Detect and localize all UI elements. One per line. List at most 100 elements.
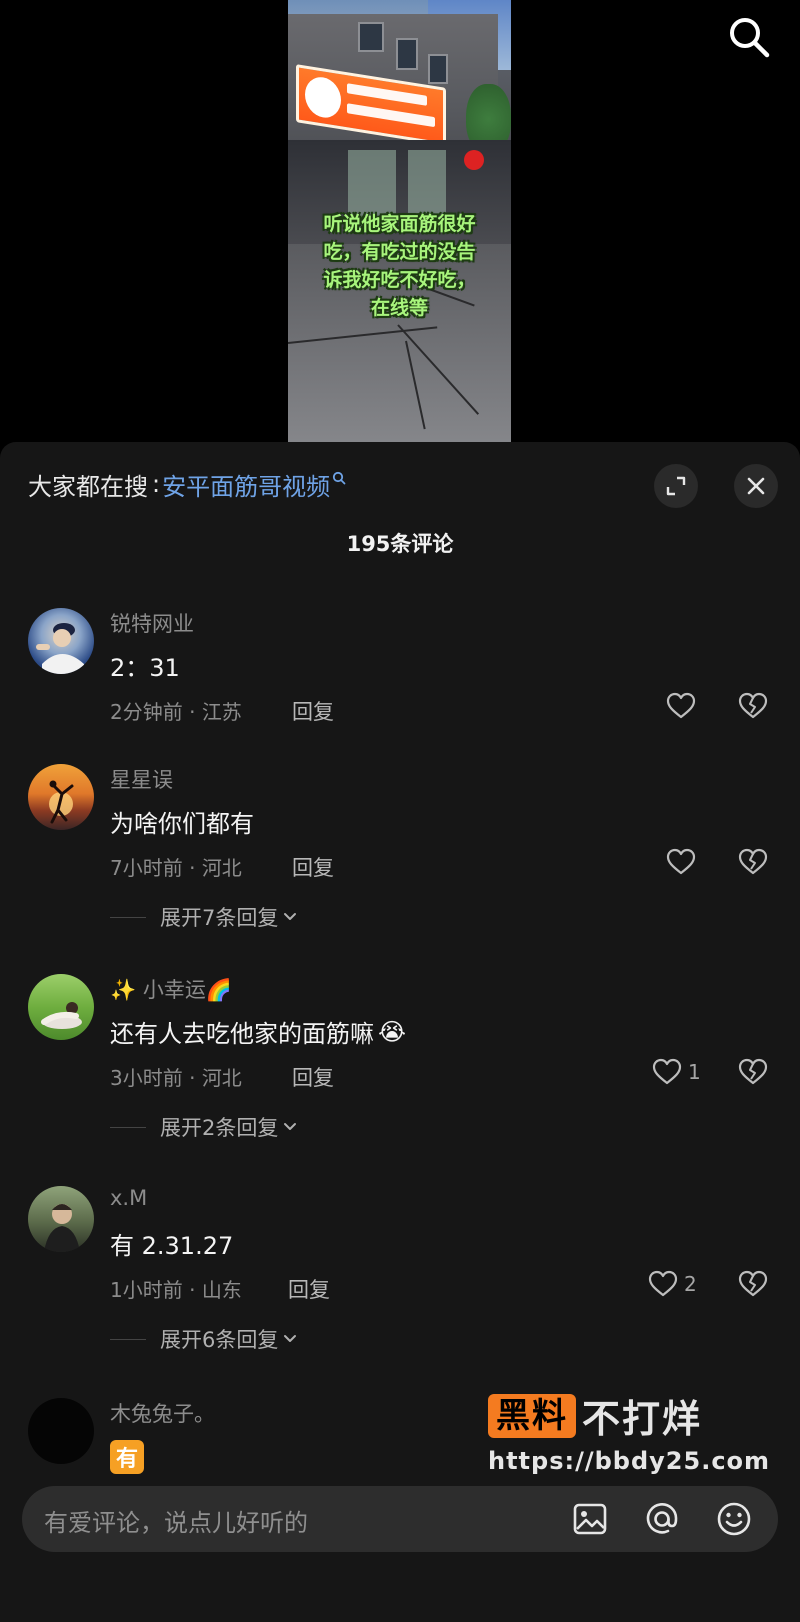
expand-sheet-button[interactable] (654, 464, 698, 508)
chevron-down-icon (284, 913, 297, 920)
image-icon[interactable] (570, 1499, 610, 1539)
reply-button[interactable]: 回复 (288, 1274, 330, 1304)
comment-input-bar[interactable]: 有爱评论，说点儿好听的 (22, 1486, 778, 1552)
hot-search[interactable]: 大家都在搜 : 安平面筋哥视频 (28, 464, 346, 504)
comment-username[interactable]: x.M (110, 1186, 147, 1210)
broken-heart-icon (738, 692, 768, 719)
comment-time: 2分钟前 (110, 700, 183, 724)
broken-heart-icon (738, 1270, 768, 1297)
at-mention-icon[interactable] (642, 1499, 682, 1539)
comment-location: 河北 (201, 1066, 242, 1090)
comment-text: 还有人去吃他家的面筋嘛 😭 (110, 1014, 406, 1049)
reply-button[interactable]: 回复 (292, 852, 334, 882)
comment-location: 河北 (201, 856, 242, 880)
close-button[interactable] (734, 464, 778, 508)
expand-replies-label: 展开2条回复 (160, 1116, 279, 1140)
heart-icon (666, 848, 696, 875)
reply-button[interactable]: 回复 (292, 1062, 334, 1092)
comment-location: 江苏 (201, 700, 242, 724)
expand-replies-button[interactable]: 展开2条回复 (110, 1112, 298, 1142)
divider (110, 916, 146, 918)
hot-search-prefix: 大家都在搜 (28, 472, 148, 501)
comment-text: 为啥你们都有 (110, 810, 254, 838)
like-button[interactable]: 2 (648, 1270, 697, 1298)
you-sticker: 有 (110, 1440, 144, 1474)
comment-location: 山东 (201, 1278, 242, 1302)
like-count: 1 (688, 1060, 701, 1084)
dislike-button[interactable] (738, 692, 768, 724)
heart-icon (648, 1270, 678, 1297)
meta-dot: · (182, 700, 202, 724)
divider (110, 1338, 146, 1340)
expand-replies-label: 展开7条回复 (160, 906, 279, 930)
video-caption-line: 吃，有吃过的没告 (323, 241, 476, 263)
meta-dot: · (182, 856, 202, 880)
expand-replies-button[interactable]: 展开6条回复 (110, 1324, 298, 1354)
comment-item: 星星误 为啥你们都有 7小时前 · 河北 回复 展开7条回复 (0, 762, 800, 932)
dislike-button[interactable] (738, 1058, 768, 1090)
broken-heart-icon (738, 848, 768, 875)
watermark: 黑料 不打烊 https://bbdy25.com (488, 1388, 771, 1475)
comment-username[interactable]: 锐特网业 (110, 608, 194, 638)
avatar[interactable] (28, 764, 94, 830)
avatar[interactable] (28, 1398, 94, 1464)
comment-text: 有 2.31.27 (110, 1232, 234, 1260)
watermark-url: https://bbdy25.com (488, 1447, 771, 1475)
meta-dot: · (182, 1066, 202, 1090)
search-icon[interactable] (726, 14, 772, 60)
heart-icon (652, 1058, 682, 1085)
mini-search-icon (332, 463, 346, 491)
comment-time: 3小时前 (110, 1066, 183, 1090)
comment-item: x.M 有 2.31.27 1小时前 · 山东 回复 2 展开6条回复 (0, 1184, 800, 1354)
broken-heart-icon (738, 1058, 768, 1085)
video-caption-line: 听说他家面筋很好 (323, 213, 476, 235)
meta-dot: · (182, 1278, 202, 1302)
comment-item: ✨ 小幸运🌈 还有人去吃他家的面筋嘛 😭 3小时前 · 河北 回复 1 展开2条… (0, 972, 800, 1142)
like-count: 2 (684, 1272, 697, 1296)
watermark-badge: 黑料 (488, 1393, 576, 1438)
comment-username[interactable]: 木兔兔子。 (110, 1398, 215, 1428)
like-button[interactable]: 1 (652, 1058, 701, 1086)
comment-meta: 1小时前 · 山东 (110, 1274, 242, 1303)
avatar[interactable] (28, 974, 94, 1040)
reply-button[interactable]: 回复 (292, 696, 334, 726)
dislike-button[interactable] (738, 848, 768, 880)
chevron-down-icon (284, 1335, 297, 1342)
video-frame[interactable]: 听说他家面筋很好 吃，有吃过的没告 诉我好吃不好吃， 在线等 (288, 0, 511, 442)
comment-text-body: 还有人去吃他家的面筋嘛 (110, 1020, 374, 1048)
expand-replies-label: 展开6条回复 (160, 1328, 279, 1352)
page: 听说他家面筋很好 吃，有吃过的没告 诉我好吃不好吃， 在线等 大家都在搜 : 安… (0, 0, 800, 1622)
comment-time: 1小时前 (110, 1278, 183, 1302)
avatar[interactable] (28, 608, 94, 674)
emoji-icon[interactable] (714, 1499, 754, 1539)
comment-meta: 7小时前 · 河北 (110, 852, 242, 881)
divider (110, 1126, 146, 1128)
comment-meta: 3小时前 · 河北 (110, 1062, 242, 1091)
dislike-button[interactable] (738, 1270, 768, 1302)
comment-text: 有 (110, 1440, 144, 1474)
comment-time: 7小时前 (110, 856, 183, 880)
video-area[interactable]: 听说他家面筋很好 吃，有吃过的没告 诉我好吃不好吃， 在线等 (0, 0, 800, 442)
video-caption-line: 诉我好吃不好吃， (323, 269, 476, 291)
hot-search-term[interactable]: 安平面筋哥视频 (162, 467, 330, 502)
hot-search-colon: : (152, 470, 161, 498)
watermark-title: 不打烊 (582, 1397, 703, 1441)
expand-replies-button[interactable]: 展开7条回复 (110, 902, 298, 932)
comment-input-placeholder[interactable]: 有爱评论，说点儿好听的 (44, 1503, 308, 1538)
comment-count: 195条评论 (346, 532, 454, 556)
chevron-down-icon (284, 1123, 297, 1130)
avatar[interactable] (28, 1186, 94, 1252)
heart-icon (666, 692, 696, 719)
comment-text: 2：31 (110, 654, 180, 682)
like-button[interactable] (666, 848, 696, 876)
comment-item: 锐特网业 2：31 2分钟前 · 江苏 回复 (0, 606, 800, 724)
comment-username[interactable]: ✨ 小幸运🌈 (110, 974, 232, 1004)
like-button[interactable] (666, 692, 696, 720)
video-caption: 听说他家面筋很好 吃，有吃过的没告 诉我好吃不好吃， 在线等 (288, 210, 511, 322)
crying-emoji-icon: 😭 (378, 1017, 407, 1046)
comment-meta: 2分钟前 · 江苏 (110, 696, 242, 725)
close-icon (747, 477, 765, 495)
video-caption-line: 在线等 (370, 297, 428, 319)
expand-icon (666, 476, 686, 496)
comment-username[interactable]: 星星误 (110, 764, 173, 794)
